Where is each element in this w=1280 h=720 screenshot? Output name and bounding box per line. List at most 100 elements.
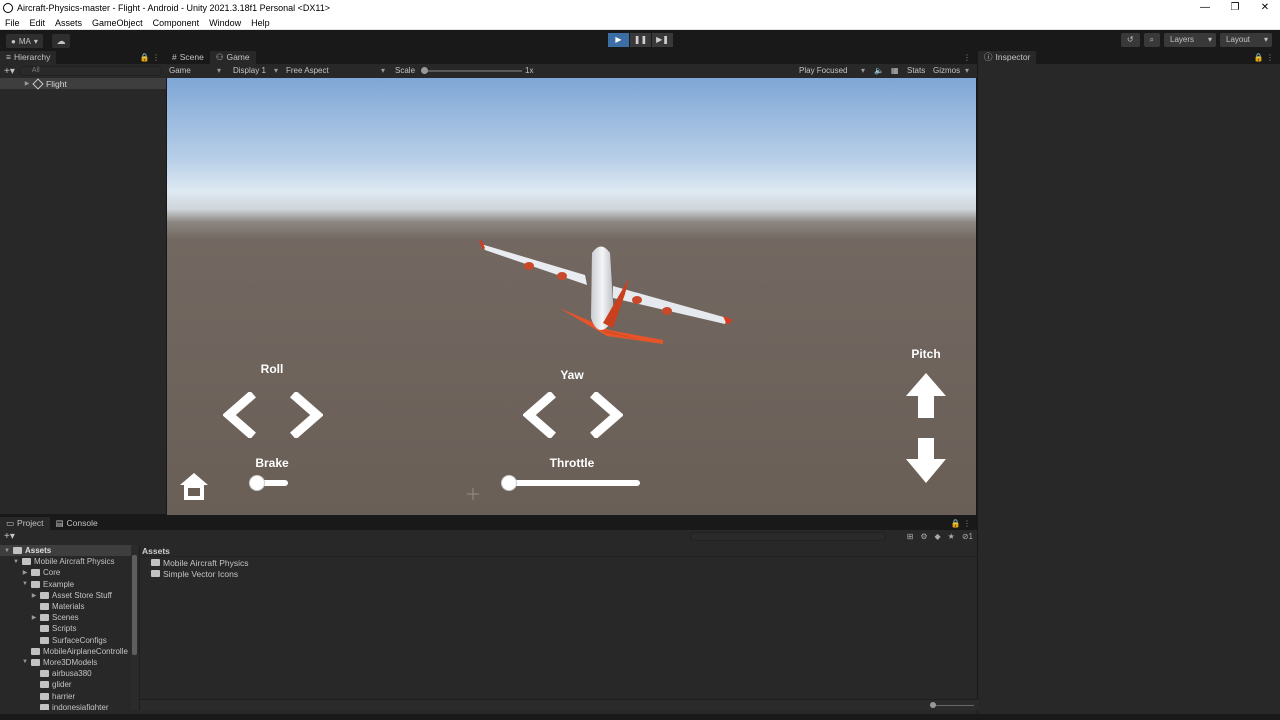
project-search-input[interactable]: [690, 532, 886, 541]
minimize-button[interactable]: —: [1190, 0, 1220, 16]
tab-inspector[interactable]: ⓘ Inspector: [978, 51, 1037, 64]
display-dropdown[interactable]: Display 1: [233, 64, 266, 78]
account-button[interactable]: ● MA ▾: [6, 34, 43, 48]
tree-scrollbar[interactable]: [131, 545, 138, 710]
tab-project[interactable]: ▭ Project: [0, 517, 50, 530]
game-mode-dropdown[interactable]: Game: [169, 64, 191, 78]
roll-right-arrow-icon[interactable]: [290, 392, 323, 438]
expand-closed-icon[interactable]: ▶: [22, 569, 28, 576]
list-item[interactable]: Mobile Aircraft Physics: [140, 557, 977, 568]
tree-item-label: glider: [52, 680, 72, 690]
add-icon[interactable]: +▾: [4, 66, 15, 77]
stats-button[interactable]: Stats: [907, 64, 925, 78]
tree-item[interactable]: airbusa380: [0, 668, 131, 679]
icon-size-slider[interactable]: [930, 702, 974, 708]
home-icon[interactable]: [178, 471, 210, 503]
history-icon[interactable]: ↺: [1120, 33, 1140, 47]
wing-left: [481, 244, 587, 285]
pitch-down-arrow-icon[interactable]: [906, 438, 946, 483]
pause-button[interactable]: ❚❚: [630, 33, 651, 47]
brake-slider-handle[interactable]: [250, 476, 264, 490]
add-icon[interactable]: +▾: [4, 531, 15, 542]
tab-game[interactable]: ⚇ Game: [209, 51, 256, 64]
hierarchy-tab-strip: ≡ Hierarchy 🔒 ⋮: [0, 51, 166, 64]
hierarchy-search-input[interactable]: All: [18, 66, 162, 76]
yaw-left-arrow-icon[interactable]: [523, 392, 556, 438]
pitch-up-arrow-icon[interactable]: [906, 373, 946, 418]
menu-file[interactable]: File: [0, 18, 25, 28]
aspect-dropdown[interactable]: Free Aspect: [286, 64, 329, 78]
game-viewport[interactable]: Roll Yaw Pitch Brake Throttle: [167, 78, 976, 515]
close-button[interactable]: ✕: [1250, 0, 1280, 16]
layers-dropdown[interactable]: Layers: [1164, 33, 1216, 47]
layout-dropdown[interactable]: Layout: [1220, 33, 1272, 47]
expand-triangle-icon[interactable]: ▶: [24, 80, 30, 87]
star-icon[interactable]: ★: [948, 530, 955, 543]
roll-left-arrow-icon[interactable]: [223, 392, 256, 438]
tree-item[interactable]: Materials: [0, 601, 131, 612]
tree-item[interactable]: ▶ Asset Store Stuff: [0, 590, 131, 601]
tree-item-label: Core: [43, 568, 61, 578]
tab-scene[interactable]: # Scene: [166, 51, 210, 64]
filter-icon[interactable]: ⚙: [920, 530, 927, 543]
hierarchy-item-label: Flight: [46, 78, 67, 89]
yaw-controls: [523, 392, 623, 438]
search-icon[interactable]: ⌕: [1143, 33, 1160, 47]
tree-item[interactable]: ▼ More3DModels: [0, 657, 131, 668]
tree-item[interactable]: harrier: [0, 690, 131, 701]
tree-item[interactable]: ▼ Example: [0, 579, 131, 590]
tree-item[interactable]: ▶ Core: [0, 567, 131, 578]
lock-icon[interactable]: 🔒 ⋮: [1254, 51, 1274, 64]
search-by-type-icon[interactable]: ⊞: [907, 530, 914, 543]
brake-slider[interactable]: [250, 476, 288, 490]
tab-console[interactable]: ▤ Console: [49, 517, 104, 530]
hidden-packages-icon[interactable]: ⊘1: [962, 530, 973, 543]
tab-hierarchy[interactable]: ≡ Hierarchy: [0, 51, 57, 64]
folder-icon: [31, 647, 40, 655]
tree-item-label: Scripts: [52, 624, 77, 634]
expand-open-icon[interactable]: ▼: [4, 548, 10, 554]
throttle-slider[interactable]: [502, 476, 640, 490]
tab-project-label: Project: [17, 518, 44, 528]
brake-label: Brake: [255, 456, 289, 470]
tree-item-label: SurfaceConfigs: [52, 635, 107, 645]
throttle-label: Throttle: [549, 456, 595, 470]
label-icon[interactable]: ◆: [935, 530, 941, 543]
scale-slider[interactable]: [421, 67, 522, 74]
tree-item[interactable]: Scripts: [0, 623, 131, 634]
expand-open-icon[interactable]: ▼: [22, 659, 28, 665]
play-focused-dropdown[interactable]: Play Focused: [799, 64, 847, 78]
restore-button[interactable]: ❐: [1220, 0, 1250, 16]
menu-help[interactable]: Help: [246, 18, 275, 28]
lock-icon[interactable]: 🔒 ⋮: [140, 51, 160, 64]
play-button[interactable]: ▶: [608, 33, 629, 47]
menu-component[interactable]: Component: [148, 18, 205, 28]
tree-item[interactable]: ▼ Mobile Aircraft Physics: [0, 556, 131, 567]
hierarchy-item-flight[interactable]: ▶ Flight: [0, 77, 166, 90]
expand-closed-icon[interactable]: ▶: [31, 592, 37, 599]
tree-item[interactable]: ▶ Scenes: [0, 612, 131, 623]
speaker-icon[interactable]: 🔈: [874, 64, 884, 78]
menu-edit[interactable]: Edit: [25, 18, 51, 28]
tree-item[interactable]: ▼ Assets: [0, 545, 131, 557]
lock-icon[interactable]: 🔒 ⋮: [951, 517, 971, 530]
tree-item[interactable]: glider: [0, 679, 131, 690]
menu-gameobject[interactable]: GameObject: [87, 18, 148, 28]
expand-closed-icon[interactable]: ▶: [31, 614, 37, 621]
tree-item[interactable]: indonesiafighter: [0, 702, 131, 710]
menu-window[interactable]: Window: [204, 18, 246, 28]
panel-menu-icon[interactable]: ⋮: [963, 51, 971, 64]
breadcrumb[interactable]: Assets: [140, 545, 977, 557]
list-item[interactable]: Simple Vector Icons: [140, 568, 977, 579]
tree-item[interactable]: SurfaceConfigs: [0, 635, 131, 646]
keyboard-icon[interactable]: ▦: [891, 64, 899, 78]
cloud-icon[interactable]: ☁: [52, 34, 70, 48]
expand-open-icon[interactable]: ▼: [22, 581, 28, 587]
step-button[interactable]: ▶❚: [652, 33, 673, 47]
throttle-slider-handle[interactable]: [502, 476, 516, 490]
menu-assets[interactable]: Assets: [50, 18, 87, 28]
yaw-right-arrow-icon[interactable]: [590, 392, 623, 438]
tree-item[interactable]: MobileAirplaneControlle: [0, 646, 131, 657]
gizmos-dropdown[interactable]: Gizmos: [933, 64, 960, 78]
expand-open-icon[interactable]: ▼: [13, 559, 19, 565]
